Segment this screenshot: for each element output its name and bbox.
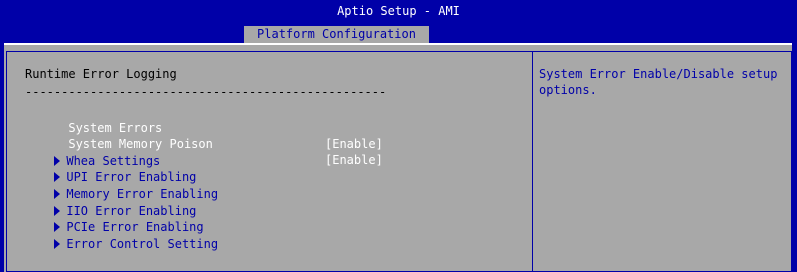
section-title: Runtime Error Logging [25,67,177,81]
section-separator: ----------------------------------------… [25,85,387,99]
settings-panel: Runtime Error Logging ------------------… [6,51,533,272]
help-panel: System Error Enable/Disable setup option… [533,51,792,272]
submenu-pcie-error-enabling[interactable]: PCIe Error Enabling [11,203,204,234]
option-value[interactable]: [Enable] [325,152,383,168]
submenu-whea-settings[interactable]: Whea Settings [11,137,160,168]
submenu-iio-error-enabling[interactable]: IIO Error Enabling [11,187,196,218]
app-title: Aptio Setup - AMI [337,4,460,18]
submenu-memory-error-enabling[interactable]: Memory Error Enabling [11,170,218,201]
option-system-memory-poison[interactable]: System Memory Poison [Enable] [25,120,525,167]
right-triangle-icon [54,239,61,249]
tab-platform-configuration[interactable]: Platform Configuration [244,26,429,43]
submenu-label: Error Control Setting [66,237,219,251]
option-system-errors[interactable]: System Errors [Enable] [25,104,525,151]
help-text: System Error Enable/Disable setup option… [539,67,778,97]
content-area: Runtime Error Logging ------------------… [4,43,792,272]
option-value[interactable]: [Enable] [325,136,383,152]
tab-bar: Platform Configuration [0,22,797,43]
submenu-error-control-setting[interactable]: Error Control Setting [11,220,218,251]
submenu-upi-error-enabling[interactable]: UPI Error Enabling [11,153,196,184]
